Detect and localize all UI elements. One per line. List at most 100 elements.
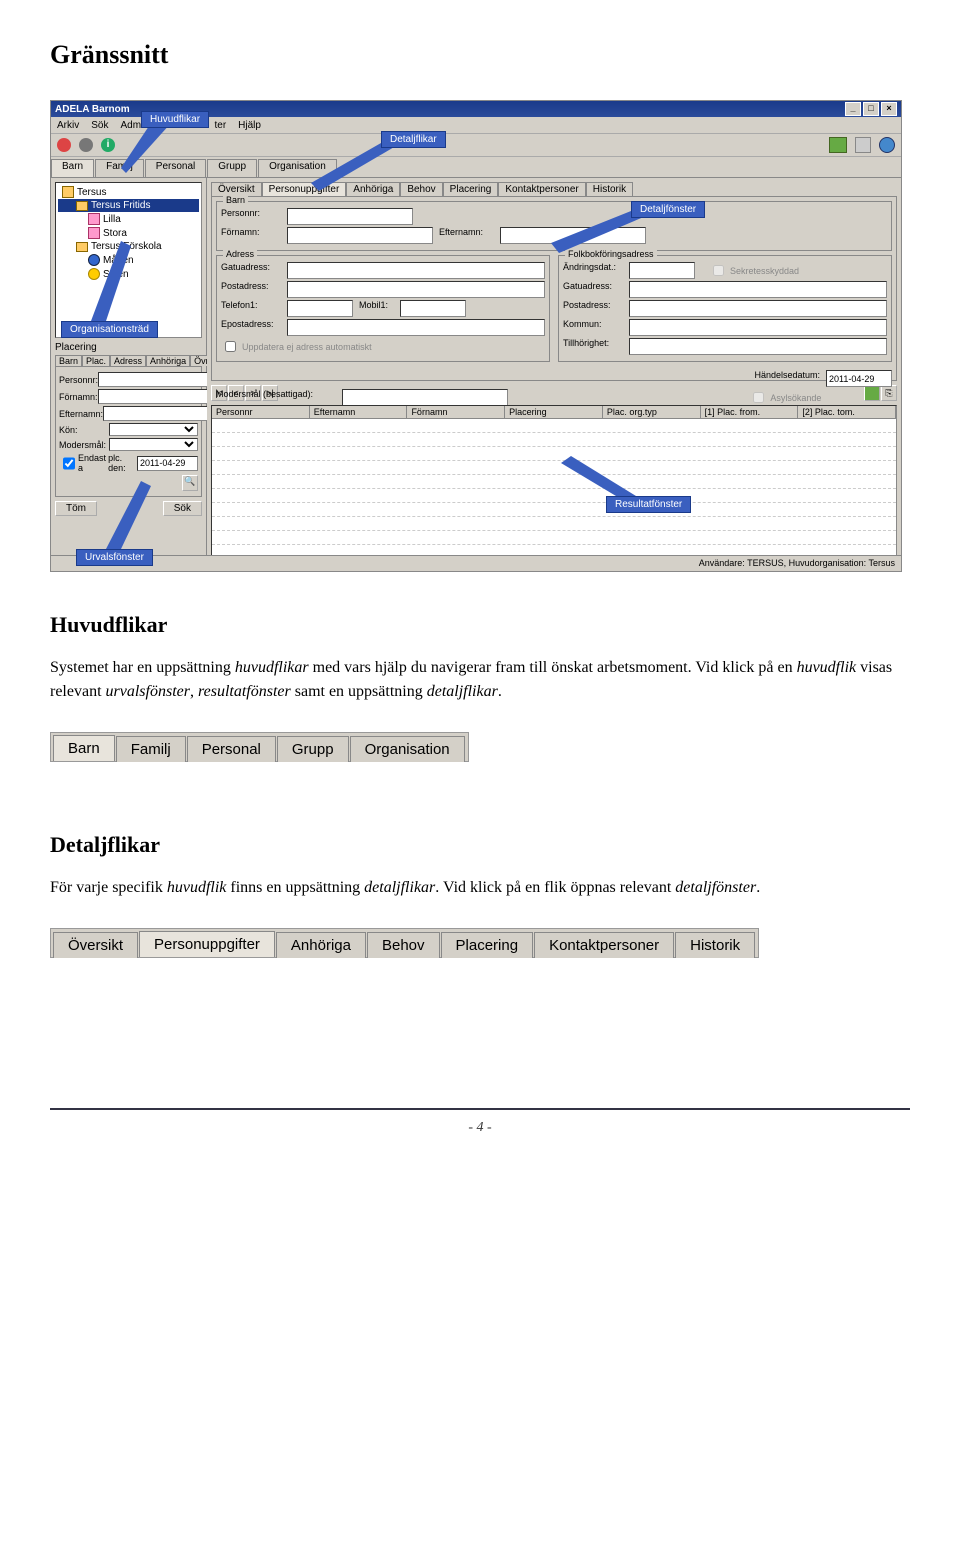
group-icon [88,227,100,239]
ex-tab-organisation[interactable]: Organisation [350,736,465,762]
toolbar-icon-red[interactable] [57,138,71,152]
text: . Vid klick på en flik öppnas relevant [435,879,675,896]
grid-row[interactable] [212,517,896,531]
folder-icon [62,186,74,198]
dtab-oversikt[interactable]: Översikt [211,182,262,196]
ex-dtab-anhoriga[interactable]: Anhöriga [276,932,366,958]
paragraph-detaljflikar: För varje specifik huvudflik finns en up… [50,876,910,900]
grid-row[interactable] [212,433,896,447]
grid-row[interactable] [212,489,896,503]
toolbar-right-icon-3[interactable] [879,137,895,153]
ex-tab-personal[interactable]: Personal [187,736,276,762]
col-placering[interactable]: Placering [505,406,603,418]
col-orgtyp[interactable]: Plac. org.typ [603,406,701,418]
urval-tab-barn[interactable]: Barn [55,355,82,366]
tom-button[interactable]: Töm [55,501,97,516]
select-modersmal[interactable] [109,438,198,451]
input-d-modersmal[interactable] [342,389,508,406]
menu-sok[interactable]: Sök [91,120,108,131]
input-telefon1[interactable] [287,300,353,317]
toolbar-icon-gray[interactable] [79,138,93,152]
dtab-placering[interactable]: Placering [443,182,499,196]
toolbar-right-icon-1[interactable] [829,137,847,153]
close-button[interactable]: × [881,102,897,116]
text: . [498,683,502,700]
ex-dtab-behov[interactable]: Behov [367,932,440,958]
checkbox-uppdatera[interactable] [225,341,236,352]
result-grid[interactable]: Personnr Efternamn Förnamn Placering Pla… [211,405,897,557]
label-d-efternamn: Efternamn: [439,227,494,244]
input-tillhorighet[interactable] [629,338,887,355]
input-kommun[interactable] [629,319,887,336]
main-tabs-example: Barn Familj Personal Grupp Organisation [50,732,469,762]
label-d-personnr: Personnr: [221,208,281,225]
label-kommun: Kommun: [563,319,623,336]
menu-hjalp[interactable]: Hjälp [238,120,261,131]
checkbox-endast[interactable] [63,457,75,470]
col-efternamn[interactable]: Efternamn [310,406,408,418]
ex-tab-grupp[interactable]: Grupp [277,736,349,762]
grid-row[interactable] [212,447,896,461]
input-epost[interactable] [287,319,545,336]
input-personnr[interactable] [98,372,221,387]
minimize-button[interactable]: _ [845,102,861,116]
menu-arkiv[interactable]: Arkiv [57,120,79,131]
tab-grupp[interactable]: Grupp [207,159,257,177]
col-plac-from[interactable]: [1] Plac. from. [701,406,799,418]
input-postadress[interactable] [287,281,545,298]
grid-row[interactable] [212,503,896,517]
sok-button[interactable]: Sök [163,501,202,516]
checkbox-asyl[interactable] [753,392,764,403]
input-handelsedatum[interactable] [826,370,892,387]
dtab-kontaktpersoner[interactable]: Kontaktpersoner [498,182,585,196]
tree-root[interactable]: Tersus [58,185,199,199]
ex-tab-familj[interactable]: Familj [116,736,186,762]
select-kon[interactable] [109,423,198,436]
ex-dtab-historik[interactable]: Historik [675,932,755,958]
col-plac-tom[interactable]: [2] Plac. tom. [798,406,896,418]
urval-tab-anhoriga[interactable]: Anhöriga [146,355,190,366]
input-postadress2[interactable] [629,300,887,317]
tree-item[interactable]: Tersus Fritids [58,199,199,212]
col-personnr[interactable]: Personnr [212,406,310,418]
urval-tab-adress[interactable]: Adress [110,355,146,366]
toolbar-right-icon-2[interactable] [855,137,871,153]
input-andringsdat[interactable] [629,262,695,279]
ex-tab-barn[interactable]: Barn [53,735,115,761]
app-screenshot: ADELA Barnom _ □ × Arkiv Sök Administrat… [50,100,902,572]
grid-row[interactable] [212,461,896,475]
placering-header: Placering [55,342,202,353]
label-tillhorighet: Tillhörighet: [563,338,623,355]
grid-row[interactable] [212,419,896,433]
label-d-fornamn: Förnamn: [221,227,281,244]
dtab-historik[interactable]: Historik [586,182,633,196]
text: För varje specifik [50,879,167,896]
callout-arrow [561,451,661,501]
menu-ter[interactable]: ter [215,120,227,131]
checkbox-sekretess[interactable] [713,265,724,276]
tree-item[interactable]: Lilla [58,212,199,226]
maximize-button[interactable]: □ [863,102,879,116]
label-epost: Epostadress: [221,319,281,336]
ex-dtab-placering[interactable]: Placering [441,932,534,958]
ex-dtab-oversikt[interactable]: Översikt [53,932,138,958]
toolbar-icon-info[interactable]: i [101,138,115,152]
grid-row[interactable] [212,475,896,489]
input-gatuadress[interactable] [287,262,545,279]
grid-row[interactable] [212,531,896,545]
workspace: Tersus Tersus Fritids Lilla Stora Tersus… [51,178,901,558]
search-icon[interactable]: 🔍 [182,475,198,491]
input-date[interactable] [137,456,198,471]
tab-barn[interactable]: Barn [51,159,94,177]
input-d-personnr[interactable] [287,208,413,225]
grid-header: Personnr Efternamn Förnamn Placering Pla… [212,406,896,419]
urval-tab-plac[interactable]: Plac. [82,355,110,366]
input-mobil1[interactable] [400,300,466,317]
ex-dtab-personuppgifter[interactable]: Personuppgifter [139,931,275,957]
input-d-fornamn[interactable] [287,227,433,244]
input-fornamn[interactable] [98,389,221,404]
ex-dtab-kontaktpersoner[interactable]: Kontaktpersoner [534,932,674,958]
tree-item[interactable]: Stora [58,226,199,240]
col-fornamn[interactable]: Förnamn [407,406,505,418]
input-gatuadress2[interactable] [629,281,887,298]
